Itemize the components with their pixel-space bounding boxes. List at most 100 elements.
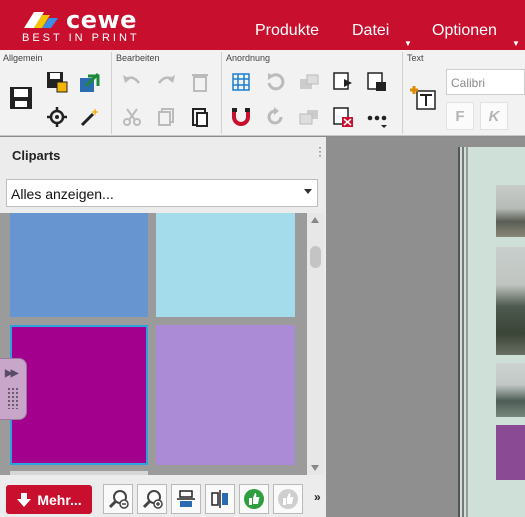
thumbs-up-icon bbox=[244, 489, 264, 509]
save-as-icon bbox=[47, 72, 68, 93]
send-to-back-icon bbox=[333, 72, 352, 90]
panel-title: Cliparts bbox=[12, 148, 61, 163]
bold-button[interactable]: F bbox=[446, 102, 474, 130]
paste-icon bbox=[192, 108, 208, 127]
photo-frame[interactable] bbox=[496, 363, 525, 417]
logo-mark-icon bbox=[24, 12, 58, 28]
clipart-swatch-selected[interactable] bbox=[10, 325, 148, 465]
zoom-in-button[interactable] bbox=[137, 484, 167, 514]
chevron-down-icon[interactable]: ▼ bbox=[512, 39, 520, 48]
remove-image-icon bbox=[333, 107, 353, 127]
grid-button[interactable] bbox=[225, 66, 257, 98]
more-cliparts-button[interactable]: Mehr... bbox=[6, 485, 92, 514]
settings-icon bbox=[47, 107, 67, 127]
send-backward-icon bbox=[299, 110, 318, 125]
photo-frame[interactable] bbox=[496, 247, 525, 355]
menu-datei[interactable]: Datei bbox=[352, 22, 389, 40]
group-title-allgemein: Allgemein bbox=[3, 53, 43, 63]
paste-button[interactable] bbox=[184, 101, 216, 133]
cut-icon bbox=[123, 108, 141, 126]
save-button[interactable] bbox=[4, 81, 38, 115]
zoom-in-icon bbox=[142, 490, 163, 509]
cliparts-panel: Cliparts · · · Alles anzeigen... ▶▶ Mehr..… bbox=[0, 137, 326, 517]
magnet-button[interactable] bbox=[225, 101, 257, 133]
scroll-thumb[interactable] bbox=[310, 246, 321, 268]
panel-menu-icon[interactable]: · · · bbox=[318, 141, 322, 161]
send-to-back-button[interactable] bbox=[327, 66, 359, 98]
delete-icon bbox=[192, 74, 208, 92]
clipart-swatch[interactable] bbox=[156, 325, 295, 465]
align-horizontal-button[interactable] bbox=[205, 484, 235, 514]
clipart-placed[interactable] bbox=[496, 425, 525, 480]
copy-icon bbox=[158, 108, 174, 126]
delete-button[interactable] bbox=[184, 66, 216, 98]
group-divider bbox=[402, 52, 403, 134]
like-button[interactable] bbox=[239, 484, 269, 514]
group-title-bearbeiten: Bearbeiten bbox=[116, 53, 160, 63]
font-family-select[interactable]: Calibri bbox=[446, 69, 525, 95]
clipart-swatch[interactable] bbox=[156, 213, 295, 317]
drag-grip-icon bbox=[7, 387, 19, 409]
expand-arrows-icon: ▶▶ bbox=[5, 368, 18, 379]
more-options-icon bbox=[367, 115, 387, 128]
align-vertical-button[interactable] bbox=[171, 484, 201, 514]
clipart-grid bbox=[0, 213, 307, 475]
bring-forward-button[interactable] bbox=[293, 66, 325, 98]
align-vertical-icon bbox=[177, 490, 195, 507]
undo-icon bbox=[123, 75, 140, 84]
export-button[interactable] bbox=[74, 66, 106, 98]
more-options-button[interactable] bbox=[361, 101, 393, 133]
settings-button[interactable] bbox=[41, 101, 73, 133]
clipart-swatch[interactable] bbox=[10, 471, 148, 475]
more-tools-chevron-icon[interactable]: » bbox=[314, 490, 321, 504]
group-title-text: Text bbox=[407, 53, 424, 63]
clipart-scrollbar[interactable] bbox=[307, 213, 324, 475]
add-text-icon bbox=[410, 86, 436, 110]
menu-produkte[interactable]: Produkte bbox=[255, 22, 319, 40]
copy-button[interactable] bbox=[150, 101, 182, 133]
bring-forward-icon bbox=[300, 74, 319, 89]
brand-logo[interactable]: cewe BEST IN PRINT bbox=[22, 6, 152, 44]
clipart-filter-select[interactable]: Alles anzeigen... bbox=[6, 179, 318, 207]
clipart-swatch[interactable] bbox=[10, 213, 148, 317]
ribbon-toolbar: Allgemein Bearbeiten Anordnung Text Cali… bbox=[0, 50, 525, 136]
page-edge bbox=[466, 147, 468, 517]
scroll-down-icon[interactable] bbox=[311, 465, 319, 471]
italic-button[interactable]: K bbox=[480, 102, 508, 130]
rotate-icon bbox=[267, 73, 285, 91]
chevron-down-icon[interactable]: ▼ bbox=[404, 39, 412, 48]
group-divider bbox=[221, 52, 222, 134]
add-text-button[interactable] bbox=[406, 81, 440, 115]
menu-optionen[interactable]: Optionen bbox=[432, 22, 497, 40]
redo-icon bbox=[158, 75, 175, 84]
photo-frame[interactable] bbox=[496, 185, 525, 237]
photobook-page[interactable] bbox=[458, 147, 525, 517]
page-edge bbox=[462, 147, 464, 517]
zoom-out-button[interactable] bbox=[103, 484, 133, 514]
zoom-out-icon bbox=[108, 490, 129, 509]
group-divider bbox=[111, 52, 112, 134]
brand-name: cewe bbox=[66, 6, 137, 34]
redo-button[interactable] bbox=[150, 66, 182, 98]
save-image-icon bbox=[367, 72, 386, 91]
align-horizontal-icon bbox=[211, 490, 228, 508]
send-backward-button[interactable] bbox=[293, 101, 325, 133]
scroll-up-icon[interactable] bbox=[311, 217, 319, 223]
remove-image-button[interactable] bbox=[327, 101, 359, 133]
like-disabled-button[interactable] bbox=[273, 484, 303, 514]
photobook-canvas[interactable] bbox=[326, 137, 525, 517]
flip-icon bbox=[267, 107, 283, 125]
panel-bottom-toolbar: Mehr... » bbox=[0, 477, 326, 517]
save-image-button[interactable] bbox=[361, 66, 393, 98]
top-bar: cewe BEST IN PRINT Produkte Datei ▼ Opti… bbox=[0, 0, 525, 50]
grid-icon bbox=[232, 73, 250, 91]
cut-button[interactable] bbox=[116, 101, 148, 133]
undo-button[interactable] bbox=[116, 66, 148, 98]
rotate-button[interactable] bbox=[259, 66, 291, 98]
save-as-button[interactable] bbox=[41, 66, 73, 98]
flip-button[interactable] bbox=[259, 101, 291, 133]
panel-collapse-handle[interactable]: ▶▶ bbox=[0, 358, 27, 420]
magic-wand-button[interactable] bbox=[74, 101, 106, 133]
magnet-icon bbox=[232, 108, 250, 126]
page-edge bbox=[458, 147, 460, 517]
